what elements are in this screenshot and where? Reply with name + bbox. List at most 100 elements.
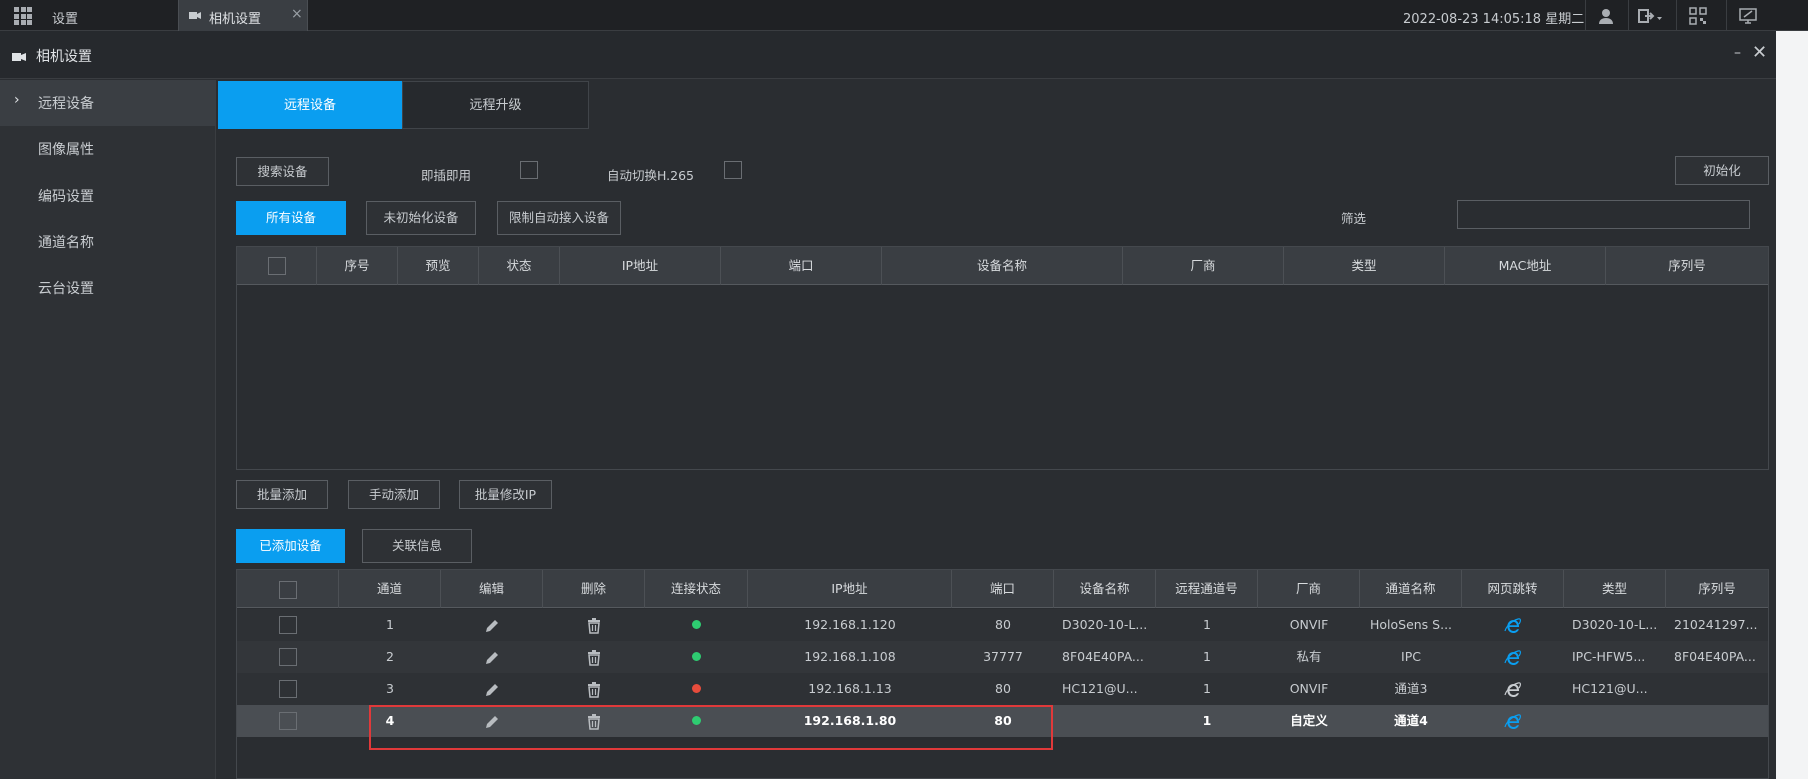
cell-channel-name: 通道3: [1394, 681, 1428, 696]
col-header: 通道: [339, 570, 441, 608]
trash-icon[interactable]: [587, 681, 601, 698]
batch-modify-ip-button[interactable]: 批量修改IP: [459, 480, 552, 509]
close-tab-icon[interactable]: ×: [291, 6, 303, 22]
sidebar-item-image[interactable]: 图像属性: [0, 126, 216, 172]
row-checkbox[interactable]: [279, 616, 297, 634]
col-header: 设备名称: [1054, 570, 1156, 608]
ie-icon[interactable]: [1504, 617, 1522, 635]
sidebar-item-label: 通道名称: [38, 235, 94, 251]
filter-input[interactable]: [1457, 200, 1750, 229]
row-checkbox[interactable]: [279, 712, 297, 730]
highlight-box: [369, 705, 1053, 750]
pencil-icon[interactable]: [484, 682, 500, 698]
cell-remote-channel: 1: [1203, 681, 1211, 696]
cell-channel-name: HoloSens S...: [1369, 617, 1453, 632]
select-all-checkbox[interactable]: [279, 581, 297, 599]
cell-type: D3020-10-L...: [1572, 617, 1658, 632]
cell-port: 80: [995, 681, 1011, 696]
chevron-right-icon: ›: [14, 92, 20, 108]
window-title: 相机设置: [36, 49, 92, 65]
table-row[interactable]: 2 192.168.1.108 37777 8F04E40PA... 1 私有 IPC IPC…: [237, 641, 1768, 673]
main-panel: 远程设备 远程升级 搜索设备 即插即用 自动切换H.265 初始化 所有设备 未…: [217, 80, 1776, 779]
batch-add-button[interactable]: 批量添加: [236, 480, 328, 509]
user-icon[interactable]: [1596, 6, 1616, 26]
ie-icon[interactable]: [1504, 649, 1522, 667]
col-header: 连接状态: [645, 570, 748, 608]
camera-icon: [189, 12, 201, 19]
auto-h265-checkbox[interactable]: [724, 161, 742, 179]
cell-device-name: [1054, 705, 1156, 737]
col-header: 序列号: [1668, 258, 1706, 273]
tab-label: 相机设置: [209, 12, 262, 27]
qrcode-icon[interactable]: [1688, 6, 1708, 26]
cell-channel: 2: [386, 649, 394, 664]
cell-channel: 3: [386, 681, 394, 696]
tab-all-devices[interactable]: 所有设备: [236, 201, 346, 235]
cell-type: HC121@U...: [1572, 681, 1648, 696]
monitor-icon[interactable]: [1738, 6, 1758, 26]
table-row[interactable]: 3 192.168.1.13 80 HC121@U... 1 ONVIF 通道3 HC121@…: [237, 673, 1768, 705]
col-header: 网页跳转: [1462, 570, 1564, 608]
ie-icon[interactable]: [1504, 681, 1522, 699]
tab-remote-device[interactable]: 远程设备: [218, 81, 402, 129]
minimize-icon[interactable]: –: [1734, 45, 1741, 61]
window-header: 相机设置 – ✕: [0, 31, 1776, 79]
row-checkbox[interactable]: [279, 680, 297, 698]
trash-icon[interactable]: [587, 617, 601, 634]
tab-camera-settings[interactable]: 相机设置 ×: [178, 0, 308, 31]
plug-play-checkbox[interactable]: [520, 161, 538, 179]
camera-icon: [12, 53, 26, 61]
sidebar-item-channel-name[interactable]: 通道名称: [0, 219, 216, 265]
tab-restricted[interactable]: 限制自动接入设备: [497, 201, 621, 235]
cell-remote-channel: 1: [1202, 713, 1212, 728]
search-device-button[interactable]: 搜索设备: [236, 157, 329, 186]
pencil-icon[interactable]: [484, 650, 500, 666]
cell-remote-channel: 1: [1203, 617, 1211, 632]
col-header: 通道名称: [1360, 570, 1462, 608]
tab-related-info[interactable]: 关联信息: [362, 529, 472, 563]
sidebar-item-remote-device[interactable]: › 远程设备: [0, 80, 216, 126]
cell-channel: 1: [386, 617, 394, 632]
col-header: 预览: [398, 247, 479, 285]
row-checkbox[interactable]: [279, 648, 297, 666]
datetime: 2022-08-23 14:05:18 星期二: [1403, 12, 1585, 27]
sidebar-item-encode[interactable]: 编码设置: [0, 173, 216, 219]
cell-port: 80: [995, 617, 1011, 632]
pencil-icon[interactable]: [484, 618, 500, 634]
app-title[interactable]: 设置: [52, 8, 78, 27]
tab-uninitialized[interactable]: 未初始化设备: [366, 201, 476, 235]
select-all-checkbox[interactable]: [268, 257, 286, 275]
manual-add-button[interactable]: 手动添加: [348, 480, 440, 509]
trash-icon[interactable]: [587, 649, 601, 666]
status-dot: [692, 620, 701, 629]
col-header: MAC地址: [1445, 247, 1606, 285]
cell-vendor: 私有: [1296, 649, 1322, 664]
tab-remote-upgrade[interactable]: 远程升级: [402, 81, 589, 129]
col-header: 类型: [1284, 247, 1445, 285]
sidebar-item-ptz[interactable]: 云台设置: [0, 265, 216, 311]
cell-ip: 192.168.1.13: [808, 681, 892, 696]
col-header: 序列号: [1698, 581, 1736, 596]
col-header: 厂商: [1258, 570, 1360, 608]
table-row[interactable]: 1 192.168.1.120 80 D3020-10-L... 1 ONVIF HoloS…: [237, 609, 1768, 641]
cell-channel-name: 通道4: [1394, 713, 1428, 728]
cell-type: IPC-HFW5...: [1572, 649, 1646, 664]
ie-icon[interactable]: [1504, 713, 1522, 731]
cell-serial: 210241297...: [1674, 617, 1758, 632]
cell-port: 37777: [983, 649, 1023, 664]
cell-vendor: ONVIF: [1289, 681, 1329, 696]
table-header: 通道 编辑 删除 连接状态 IP地址 端口 设备名称 远程通道号 厂商 通道名称…: [237, 570, 1768, 608]
close-icon[interactable]: ✕: [1752, 42, 1767, 63]
tab-added-devices[interactable]: 已添加设备: [236, 529, 345, 563]
sidebar: › 远程设备 图像属性 编码设置 通道名称 云台设置: [0, 80, 216, 779]
status-dot: [692, 684, 701, 693]
logout-icon[interactable]: [1636, 6, 1666, 26]
top-bar: 设置 相机设置 × 2022-08-23 14:05:18 星期二: [0, 0, 1808, 31]
cell-serial: [1666, 705, 1768, 737]
auto-h265-label: 自动切换H.265: [607, 168, 695, 183]
cell-device-name: D3020-10-L...: [1062, 617, 1148, 632]
col-header: 删除: [543, 570, 645, 608]
grid-icon[interactable]: [14, 7, 32, 25]
initialize-button[interactable]: 初始化: [1675, 156, 1769, 185]
cell-device-name: 8F04E40PA...: [1062, 649, 1144, 664]
